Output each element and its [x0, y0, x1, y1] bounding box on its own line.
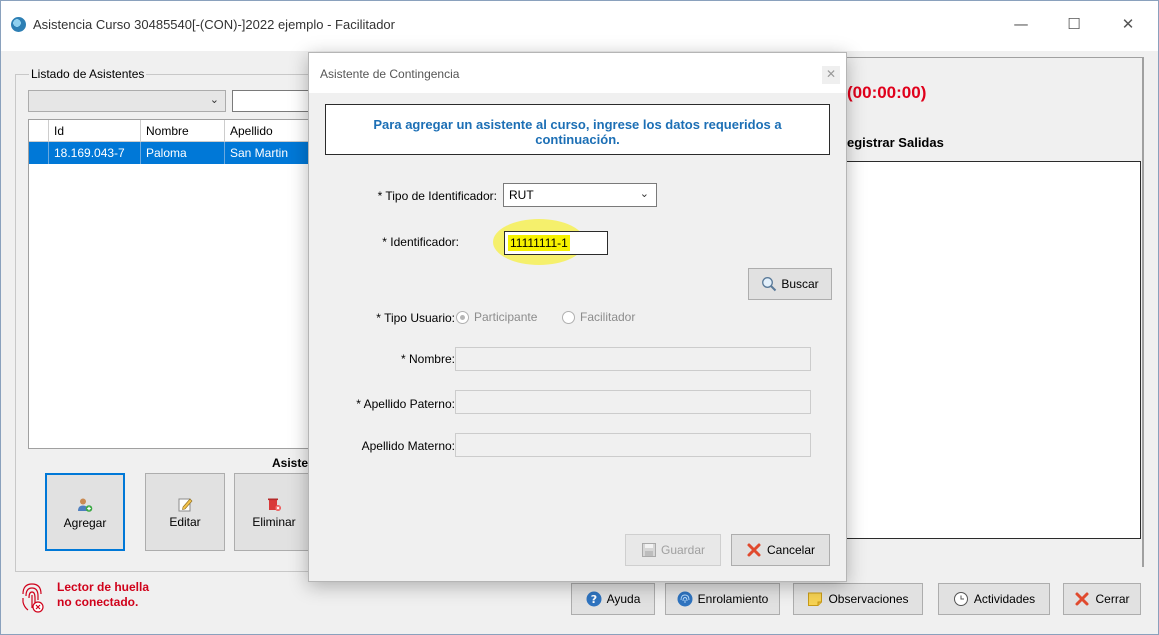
identifier-input[interactable]: 11111111-1 — [504, 231, 608, 255]
fingerprint-status-line2: no conectado. — [57, 595, 139, 609]
id-type-select[interactable]: RUT ⌄ — [503, 183, 657, 207]
edit-attendee-button[interactable]: Editar — [145, 473, 225, 551]
clock-icon — [953, 592, 968, 606]
name-label: * Nombre: — [400, 352, 455, 366]
app-globe-icon — [11, 17, 26, 32]
magnifier-icon — [762, 277, 777, 292]
title-bar: Asistencia Curso 30485540[-(CON)-]2022 e… — [1, 1, 1158, 51]
column-header-nombre[interactable]: Nombre — [141, 120, 225, 142]
row-selector[interactable] — [29, 142, 49, 164]
fingerprint-icon — [22, 583, 44, 613]
observations-label: Observaciones — [828, 592, 909, 606]
right-frame-edge — [1142, 57, 1144, 567]
note-icon — [808, 592, 823, 606]
right-frame-top — [846, 57, 1144, 58]
activities-button[interactable]: Actividades — [938, 583, 1050, 615]
cancel-button[interactable]: Cancelar — [731, 534, 830, 566]
name-input — [455, 347, 811, 371]
edit-attendee-label: Editar — [169, 515, 201, 529]
column-header-id[interactable]: Id — [49, 120, 141, 142]
svg-text:?: ? — [590, 593, 596, 606]
delete-attendee-button[interactable]: Eliminar — [234, 473, 314, 551]
trash-icon — [268, 498, 281, 511]
add-attendee-label: Agregar — [63, 516, 107, 530]
dialog-title: Asistente de Contingencia — [320, 67, 460, 81]
contingency-dialog: Asistente de Contingencia ✕ Para agregar… — [308, 52, 847, 582]
user-type-label: * Tipo Usuario: — [376, 311, 455, 325]
dialog-close-button[interactable]: ✕ — [822, 66, 840, 84]
fingerprint-enroll-icon — [677, 591, 693, 607]
attendee-grid[interactable]: Id Nombre Apellido 18.169.043-7 Paloma S… — [28, 119, 317, 449]
radio-circle — [562, 310, 575, 324]
observations-button[interactable]: Observaciones — [793, 583, 923, 615]
id-type-label: * Tipo de Identificador: — [377, 189, 497, 203]
close-button[interactable]: Cerrar — [1063, 583, 1141, 615]
save-button: Guardar — [625, 534, 721, 566]
chevron-down-icon: ⌄ — [209, 94, 219, 106]
radio-circle — [456, 310, 469, 324]
add-user-icon — [78, 498, 93, 512]
filter-combo[interactable]: ⌄ — [28, 90, 226, 112]
cell-apellido: San Martin — [225, 142, 317, 164]
identifier-value: 11111111-1 — [508, 235, 570, 251]
help-button[interactable]: ? Ayuda — [571, 583, 655, 615]
search-button[interactable]: Buscar — [748, 268, 832, 300]
chevron-down-icon: ⌄ — [639, 188, 649, 200]
paternal-surname-input — [455, 390, 811, 414]
attendee-list-legend: Listado de Asistentes — [29, 67, 147, 81]
cell-nombre: Paloma — [141, 142, 225, 164]
search-input[interactable] — [232, 90, 316, 112]
paternal-surname-label: * Apellido Paterno: — [356, 397, 455, 411]
window-title: Asistencia Curso 30485540[-(CON)-]2022 e… — [33, 17, 395, 32]
save-button-label: Guardar — [660, 543, 706, 557]
radio-facilitador[interactable]: Facilitador — [562, 310, 635, 324]
exits-panel — [846, 161, 1141, 539]
help-label: Ayuda — [606, 592, 641, 606]
fingerprint-status: Lector de huella no conectado. — [57, 580, 149, 610]
elapsed-timer: (00:00:00) — [847, 83, 927, 102]
register-exits-heading: egistrar Salidas — [847, 135, 944, 150]
identifier-label: * Identificador: — [382, 235, 459, 249]
add-attendee-button[interactable]: Agregar — [45, 473, 125, 551]
help-icon: ? — [586, 591, 602, 607]
edit-icon — [178, 498, 193, 512]
activities-label: Actividades — [973, 592, 1036, 606]
dialog-title-bar: Asistente de Contingencia ✕ — [309, 53, 846, 93]
cancel-button-label: Cancelar — [766, 543, 816, 557]
close-x-icon — [1075, 592, 1089, 606]
instructions-line2: continuación. — [535, 132, 620, 147]
close-label: Cerrar — [1095, 592, 1130, 606]
column-header-apellido[interactable]: Apellido — [225, 120, 317, 142]
close-window-button[interactable]: ✕ — [1105, 9, 1151, 39]
instructions-line1: Para agregar un asistente al curso, ingr… — [373, 117, 782, 132]
delete-attendee-label: Eliminar — [252, 515, 296, 529]
maximize-button[interactable]: ☐ — [1051, 9, 1097, 39]
radio-participante-label: Participante — [474, 310, 538, 324]
cell-id: 18.169.043-7 — [49, 142, 141, 164]
cancel-x-icon — [747, 543, 761, 557]
radio-participante[interactable]: Participante — [456, 310, 537, 324]
search-button-label: Buscar — [781, 277, 819, 291]
grid-row-header — [29, 120, 49, 142]
maternal-surname-input — [455, 433, 811, 457]
radio-facilitador-label: Facilitador — [580, 310, 636, 324]
id-type-value: RUT — [509, 188, 534, 202]
dialog-instructions: Para agregar un asistente al curso, ingr… — [325, 104, 830, 155]
maternal-surname-label: Apellido Materno: — [361, 439, 455, 453]
enrollment-button[interactable]: Enrolamiento — [665, 583, 780, 615]
floppy-disk-icon — [641, 543, 656, 557]
fingerprint-status-line1: Lector de huella — [57, 580, 150, 594]
enrollment-label: Enrolamiento — [697, 592, 769, 606]
attendance-section-label: Asiste — [272, 456, 309, 470]
minimize-button[interactable]: — — [998, 9, 1044, 39]
